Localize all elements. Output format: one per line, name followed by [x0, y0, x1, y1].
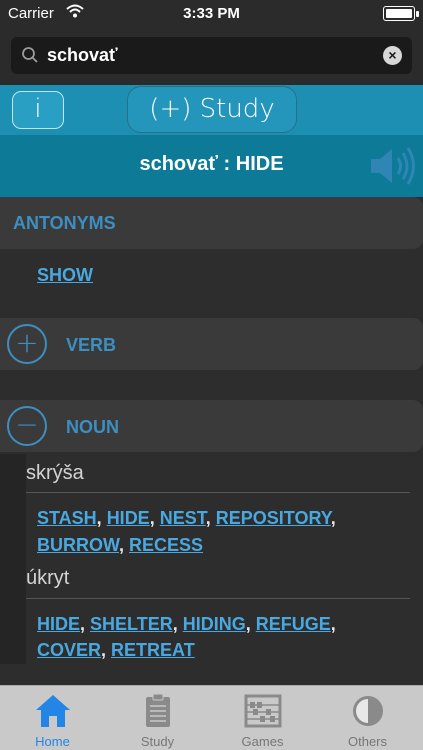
- word-header: schovať : HIDE: [0, 135, 423, 197]
- toolbar: i (+) Study Plan: [0, 85, 423, 168]
- abacus-icon: [210, 693, 315, 729]
- status-bar: Carrier 3:33 PM: [0, 0, 423, 28]
- clipboard-icon: [105, 693, 210, 729]
- antonym-list: SHOW: [37, 265, 93, 286]
- search-bar: ×: [0, 28, 423, 85]
- synonym-link[interactable]: HIDE: [37, 614, 80, 634]
- antonyms-title: ANTONYMS: [13, 213, 116, 233]
- sense-divider: [26, 492, 410, 493]
- sense-divider: [26, 598, 410, 599]
- tab-games[interactable]: Games: [210, 686, 315, 750]
- sense-indent-bar: [0, 454, 26, 664]
- synonym-link[interactable]: RECESS: [129, 535, 203, 555]
- synonym-list: HIDE, SHELTER, HIDING, REFUGE,: [37, 614, 336, 634]
- tab-study[interactable]: Study: [105, 686, 210, 750]
- noun-collapse-icon[interactable]: −: [7, 406, 47, 446]
- search-box[interactable]: ×: [11, 37, 412, 74]
- synonym-list: BURROW, RECESS: [37, 535, 204, 555]
- synonym-link[interactable]: SHELTER: [90, 614, 173, 634]
- verb-header[interactable]: + VERB: [0, 318, 423, 370]
- tab-label: Study: [140, 734, 175, 749]
- synonym-link[interactable]: HIDING: [183, 614, 246, 634]
- synonym-link[interactable]: REFUGE: [256, 614, 331, 634]
- antonym-link[interactable]: SHOW: [37, 265, 93, 285]
- tab-others[interactable]: Others: [315, 686, 420, 750]
- half-circle-icon: [315, 693, 420, 729]
- noun-header[interactable]: − NOUN: [0, 400, 423, 452]
- synonym-link[interactable]: NEST: [160, 508, 206, 528]
- search-icon: [21, 46, 39, 69]
- headword-translation: schovať : HIDE: [139, 153, 284, 175]
- study-plan-button[interactable]: (+) Study Plan: [127, 86, 297, 168]
- synonym-link[interactable]: REPOSITORY: [216, 508, 331, 528]
- battery-icon: [383, 6, 419, 21]
- tab-label: Home: [35, 734, 70, 749]
- clear-search-icon[interactable]: ×: [383, 46, 402, 65]
- synonym-link[interactable]: BURROW: [37, 535, 119, 555]
- verb-title: VERB: [66, 335, 117, 355]
- sense-word: skrýša: [26, 462, 84, 484]
- tab-home[interactable]: Home: [0, 686, 105, 750]
- info-button[interactable]: i: [12, 91, 64, 129]
- noun-title: NOUN: [66, 417, 119, 437]
- synonym-link[interactable]: RETREAT: [111, 640, 195, 660]
- synonym-list: COVER, RETREAT: [37, 640, 195, 660]
- antonyms-header: ANTONYMS: [0, 197, 423, 249]
- home-icon: [0, 693, 105, 729]
- tab-label: Others: [347, 734, 387, 749]
- speaker-icon[interactable]: [368, 145, 418, 192]
- verb-expand-icon[interactable]: +: [7, 324, 47, 364]
- search-input[interactable]: [47, 37, 377, 74]
- tab-label: Games: [241, 734, 284, 749]
- synonym-list: STASH, HIDE, NEST, REPOSITORY,: [37, 508, 336, 528]
- synonym-link[interactable]: COVER: [37, 640, 101, 660]
- status-time: 3:33 PM: [183, 5, 240, 22]
- tab-bar: Home Study Games Others: [0, 685, 423, 750]
- synonym-link[interactable]: STASH: [37, 508, 97, 528]
- synonym-link[interactable]: HIDE: [107, 508, 150, 528]
- sense-word: úkryt: [26, 567, 70, 589]
